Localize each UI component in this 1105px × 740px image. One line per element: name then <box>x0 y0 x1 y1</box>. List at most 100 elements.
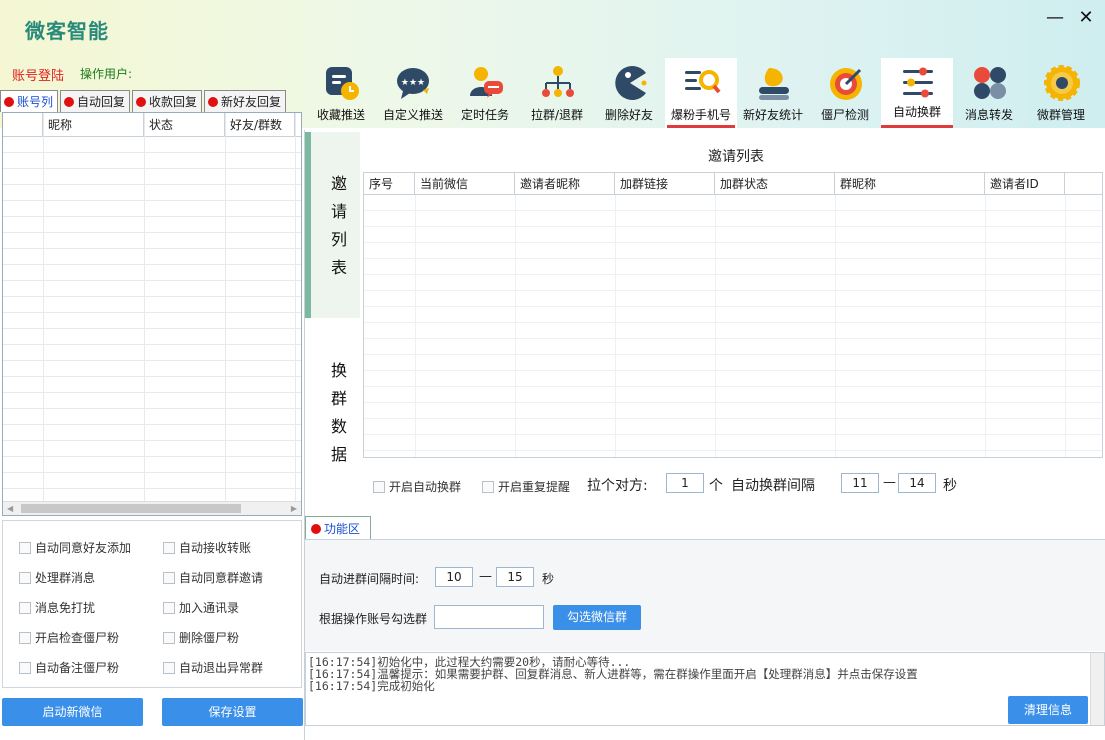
checkbox[interactable] <box>482 480 494 493</box>
join-interval-label: 自动进群间隔时间: <box>319 572 420 586</box>
toolbar: 收藏推送 ★★★ 自定义推送 定时任务 拉群/退群 删除好友 爆粉手机号 新好友… <box>305 58 1097 128</box>
column-header <box>3 113 43 136</box>
select-by-account-input[interactable] <box>434 605 544 629</box>
tool-label: 拉群/退群 <box>530 108 584 122</box>
tool-group-manage[interactable]: 微群管理 <box>1025 58 1097 128</box>
pacman-icon <box>615 66 647 100</box>
horizontal-scrollbar[interactable]: ◀ ▶ <box>3 501 301 515</box>
checkbox[interactable] <box>19 631 31 644</box>
option-handle-group-msg[interactable]: 处理群消息 <box>19 569 95 586</box>
vertical-scrollbar[interactable] <box>1090 653 1104 725</box>
side-label-char: 邀 <box>330 174 347 193</box>
account-table-header: 昵称 状态 好友/群数 <box>3 113 301 137</box>
tool-fan-phone[interactable]: 爆粉手机号 <box>665 58 737 128</box>
option-add-to-contacts[interactable]: 加入通讯录 <box>163 599 239 616</box>
account-login-link[interactable]: 账号登陆 <box>12 65 64 84</box>
checkbox[interactable] <box>163 541 175 554</box>
repeat-reminder-checkbox[interactable]: 开启重复提醒 <box>482 478 570 495</box>
option-auto-accept-group-invite[interactable]: 自动同意群邀请 <box>163 569 263 586</box>
tab-label: 自动回复 <box>77 95 126 109</box>
checkbox[interactable] <box>19 541 31 554</box>
tool-new-friend-stats[interactable]: 新好友统计 <box>737 58 809 128</box>
side-label-char: 换 <box>330 361 347 380</box>
tab-function-area[interactable]: 功能区 <box>305 516 371 540</box>
option-check-zombie[interactable]: 开启检查僵尸粉 <box>19 629 119 646</box>
org-chart-icon <box>542 66 574 97</box>
tab-label: 功能区 <box>324 522 361 536</box>
select-by-account-label: 根据操作账号勾选群 <box>319 612 428 626</box>
checkbox[interactable] <box>163 601 175 614</box>
switch-interval-min-input[interactable]: 11 <box>841 473 879 493</box>
invite-table-header: 序号 当前微信 邀请者昵称 加群链接 加群状态 群昵称 邀请者ID <box>364 173 1102 195</box>
option-remark-zombie[interactable]: 自动备注僵尸粉 <box>19 659 119 676</box>
option-auto-accept-friend[interactable]: 自动同意好友添加 <box>19 539 131 556</box>
tab-new-friend-reply[interactable]: 新好友回复 <box>204 90 287 112</box>
scroll-thumb[interactable] <box>21 504 241 513</box>
side-label-char: 数 <box>330 417 347 436</box>
tool-label: 消息转发 <box>964 108 1013 122</box>
column-line <box>225 113 226 501</box>
tool-label: 删除好友 <box>604 108 653 122</box>
auto-switch-checkbox[interactable]: 开启自动换群 <box>373 478 461 495</box>
join-interval-min-input[interactable]: 10 <box>435 567 473 587</box>
red-dot-icon <box>136 96 147 107</box>
dots-grid-icon <box>974 67 1006 99</box>
red-dot-icon <box>208 96 219 107</box>
tool-label: 定时任务 <box>460 108 509 122</box>
switch-interval-max-input[interactable]: 14 <box>898 473 936 493</box>
tool-favorite-push[interactable]: 收藏推送 <box>305 58 377 128</box>
option-label: 处理群消息 <box>35 571 96 585</box>
start-wechat-button[interactable]: 启动新微信 <box>2 698 143 726</box>
minimize-button[interactable]: — <box>1045 8 1065 28</box>
column-header: 状态 <box>144 113 225 136</box>
checkbox[interactable] <box>373 480 385 493</box>
option-do-not-disturb[interactable]: 消息免打扰 <box>19 599 95 616</box>
column-line <box>715 195 716 457</box>
account-table[interactable]: 昵称 状态 好友/群数 ◀ ▶ <box>2 112 302 516</box>
tool-underline <box>667 125 735 128</box>
option-delete-zombie[interactable]: 删除僵尸粉 <box>163 629 239 646</box>
checkbox[interactable] <box>163 571 175 584</box>
checkbox[interactable] <box>163 631 175 644</box>
column-header: 序号 <box>364 173 415 195</box>
tab-account-list[interactable]: 账号列 <box>0 90 59 112</box>
tool-scheduled-task[interactable]: 定时任务 <box>449 58 521 128</box>
invite-list-title: 邀请列表 <box>708 149 764 165</box>
checkbox[interactable] <box>163 661 175 674</box>
clear-info-button[interactable]: 清理信息 <box>1008 696 1088 724</box>
tab-payment-reply[interactable]: 收款回复 <box>132 90 203 112</box>
tool-auto-switch-group[interactable]: 自动换群 <box>881 58 953 128</box>
checkbox[interactable] <box>19 661 31 674</box>
column-header: 群昵称 <box>835 173 985 195</box>
scroll-left-icon[interactable]: ◀ <box>7 504 13 513</box>
tab-auto-reply[interactable]: 自动回复 <box>60 90 131 112</box>
option-auto-quit-abnormal[interactable]: 自动退出异常群 <box>163 659 263 676</box>
close-button[interactable]: ✕ <box>1076 8 1096 28</box>
checkbox[interactable] <box>19 601 31 614</box>
left-tabs: 账号列 自动回复 收款回复 新好友回复 <box>0 90 288 112</box>
pull-count-input[interactable]: 1 <box>666 473 704 493</box>
tool-label: 自定义推送 <box>382 108 443 122</box>
join-interval-max-input[interactable]: 15 <box>496 567 534 587</box>
option-label: 自动同意好友添加 <box>35 541 132 555</box>
column-line <box>144 113 145 501</box>
tool-custom-push[interactable]: ★★★ 自定义推送 <box>377 58 449 128</box>
chat-stars-icon: ★★★ <box>397 68 429 99</box>
invite-table[interactable]: 序号 当前微信 邀请者昵称 加群链接 加群状态 群昵称 邀请者ID <box>363 172 1103 458</box>
checkbox[interactable] <box>19 571 31 584</box>
log-panel[interactable]: [16:17:54]初始化中，此过程大约需要20秒，请耐心等待... [16:1… <box>305 652 1105 726</box>
save-settings-button[interactable]: 保存设置 <box>162 698 303 726</box>
tool-zombie-check[interactable]: 僵尸检测 <box>809 58 881 128</box>
tool-label: 新好友统计 <box>742 108 803 122</box>
svg-text:★★★: ★★★ <box>401 78 425 88</box>
tool-pull-group[interactable]: 拉群/退群 <box>521 58 593 128</box>
option-auto-receive-transfer[interactable]: 自动接收转账 <box>163 539 251 556</box>
pull-unit-label: 个 <box>709 478 723 494</box>
pull-count-label: 拉个对方: <box>587 478 648 494</box>
scroll-right-icon[interactable]: ▶ <box>291 504 297 513</box>
column-header: 邀请者ID <box>985 173 1065 195</box>
tool-delete-friend[interactable]: 删除好友 <box>593 58 665 128</box>
tool-message-forward[interactable]: 消息转发 <box>953 58 1025 128</box>
select-wechat-groups-button[interactable]: 勾选微信群 <box>553 605 641 630</box>
red-dot-icon <box>311 523 321 534</box>
